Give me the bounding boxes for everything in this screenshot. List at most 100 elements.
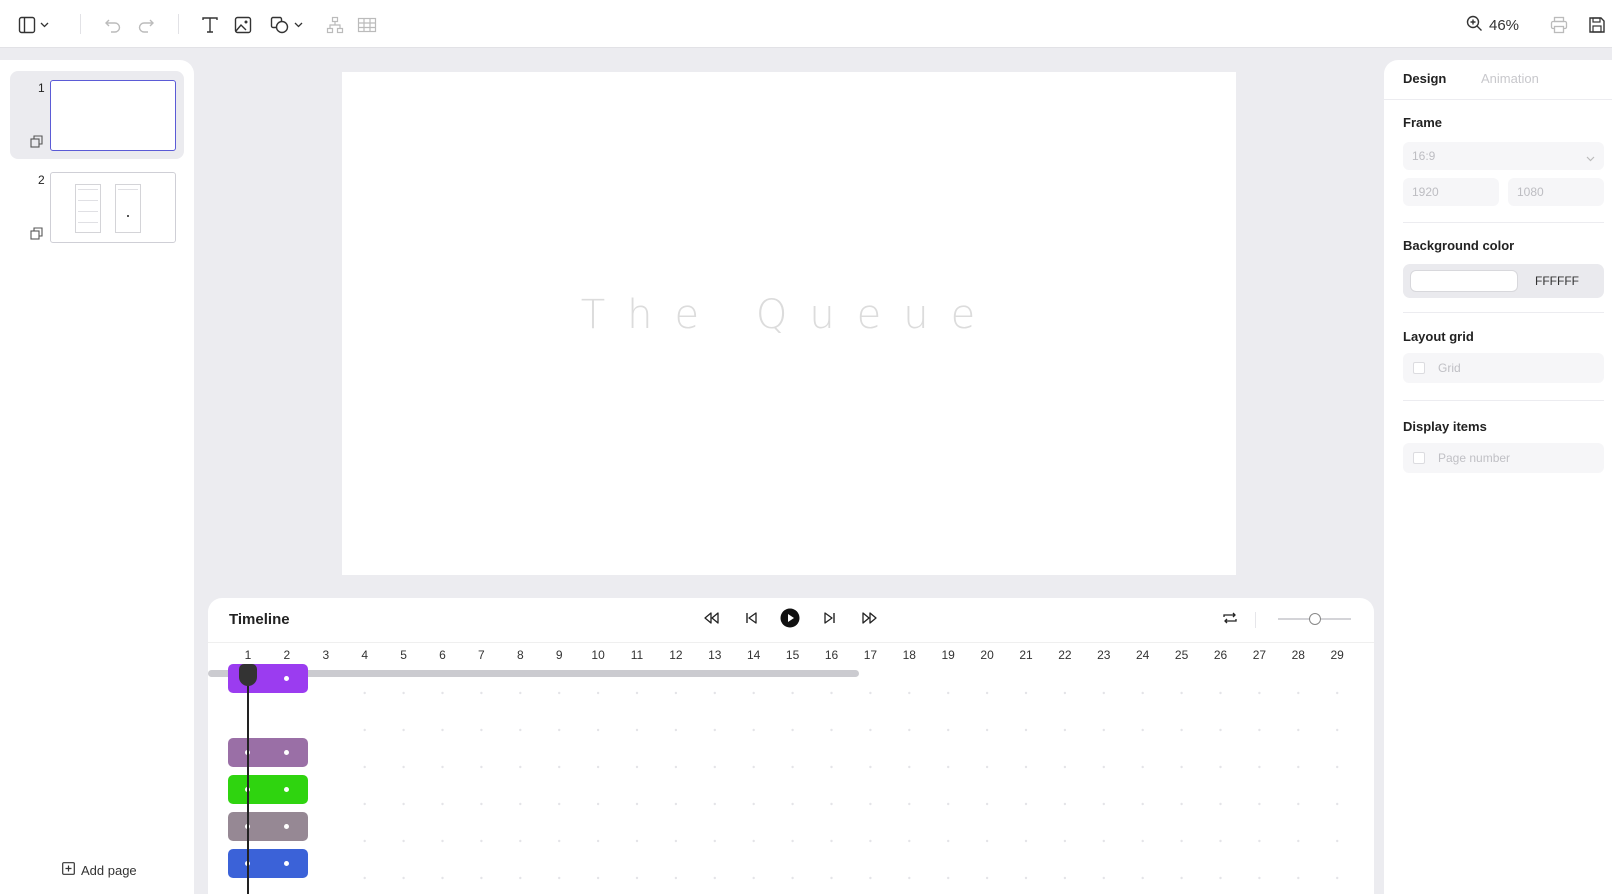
duplicate-page-icon[interactable] [30, 227, 44, 241]
timeline-zoom-slider[interactable] [1278, 613, 1351, 625]
rewind-icon [703, 611, 719, 629]
previous-button[interactable] [740, 609, 762, 631]
grid-dot [674, 691, 678, 695]
grid-checkbox[interactable] [1413, 362, 1425, 374]
grid-dot [1024, 765, 1028, 769]
grid-dot [908, 728, 911, 732]
frame-width-field[interactable]: 1920 [1403, 178, 1499, 206]
keyframe-dot[interactable] [284, 824, 289, 829]
ruler-tick: 9 [555, 648, 563, 662]
frame-ratio-select[interactable]: 16:9 [1403, 142, 1604, 170]
background-color-hex[interactable]: FFFFFF [1535, 274, 1579, 288]
page-number-checkbox[interactable] [1413, 452, 1425, 464]
grid-dot [1336, 728, 1339, 732]
grid-dot [752, 802, 755, 806]
ruler-tick: 6 [439, 648, 446, 662]
background-color-field[interactable]: FFFFFF [1403, 264, 1604, 298]
timeline-track-block[interactable] [228, 738, 308, 767]
grid-dot [1063, 802, 1067, 806]
grid-dot [1180, 839, 1183, 843]
grid-dot [441, 876, 444, 880]
add-page-button[interactable]: Add page [62, 862, 137, 878]
grid-dot [402, 802, 405, 806]
diagram-tool-button[interactable] [326, 12, 344, 38]
ruler-tick: 15 [785, 648, 800, 662]
image-tool-button[interactable] [234, 12, 252, 38]
page-thumbnail[interactable] [50, 172, 176, 243]
section-divider [1403, 312, 1604, 313]
grid-dot [869, 765, 872, 769]
timeline-panel: Timeline 1 2 3 4 5 6 7 8 9 10 11 12 13 14 15 16 17 18 19 20… [208, 598, 1374, 894]
tab-animation[interactable]: Animation [1481, 71, 1539, 86]
thumbnail-line [78, 211, 98, 212]
grid-dot [1258, 876, 1261, 880]
background-color-swatch[interactable] [1410, 270, 1518, 292]
grid-dot [830, 802, 833, 806]
save-button[interactable] [1588, 12, 1606, 38]
ruler-tick: 27 [1252, 648, 1267, 662]
grid-dot [596, 802, 600, 806]
timeline-ruler[interactable]: 1 2 3 4 5 6 7 8 9 10 11 12 13 14 15 16 17 18 19 20 21 22 23 24 2… [208, 642, 1374, 670]
layout-grid-section-title: Layout grid [1403, 329, 1474, 344]
grid-dot [1258, 691, 1261, 695]
grid-dot [1102, 839, 1105, 843]
grid-dot [908, 765, 911, 769]
timeline-track-block[interactable] [228, 775, 308, 804]
ruler-tick: 10 [591, 648, 605, 662]
grid-dot [1219, 839, 1222, 843]
undo-button[interactable] [104, 12, 122, 38]
grid-dot [869, 876, 872, 880]
ruler-tick: 24 [1136, 648, 1150, 662]
timeline-track-block[interactable] [228, 812, 308, 841]
grid-dot [1336, 802, 1339, 806]
page-item-1[interactable]: 1 [10, 71, 184, 159]
grid-dot [635, 839, 639, 843]
zoom-control[interactable]: 46% [1466, 12, 1519, 38]
grid-dot [713, 728, 716, 732]
grid-dot [752, 839, 755, 843]
grid-dot [402, 728, 405, 732]
keyframe-dot[interactable] [284, 861, 289, 866]
layout-menu-button[interactable] [18, 12, 49, 38]
grid-dot [1141, 839, 1144, 843]
slide-title[interactable]: The Queue [342, 72, 1236, 575]
grid-toggle[interactable]: Grid [1403, 353, 1604, 383]
timeline-track-block[interactable] [228, 849, 308, 878]
page-number-toggle[interactable]: Page number [1403, 443, 1604, 473]
keyframe-dot[interactable] [284, 676, 289, 681]
play-button[interactable] [779, 608, 801, 631]
grid-dot [1297, 765, 1300, 769]
grid-dot [869, 691, 872, 695]
grid-dot [1102, 765, 1105, 769]
duplicate-page-icon[interactable] [30, 135, 44, 149]
text-tool-button[interactable] [201, 12, 219, 38]
grid-dot [674, 876, 678, 880]
keyframe-dot[interactable] [284, 787, 289, 792]
grid-dot [1219, 728, 1222, 732]
ruler-tick: 16 [824, 648, 839, 662]
pages-panel: 1 2 [0, 60, 194, 894]
tab-design[interactable]: Design [1403, 71, 1446, 86]
loop-button[interactable] [1219, 609, 1241, 631]
fast-forward-button[interactable] [859, 609, 881, 631]
next-button[interactable] [819, 609, 841, 631]
page-thumbnail[interactable] [50, 80, 176, 151]
rewind-button[interactable] [700, 609, 722, 631]
shape-tool-button[interactable] [270, 12, 303, 38]
slider-knob[interactable] [1309, 613, 1321, 625]
keyframe-dot[interactable] [284, 750, 289, 755]
grid-dot [869, 839, 872, 843]
print-icon [1550, 16, 1568, 34]
table-tool-button[interactable] [357, 12, 377, 38]
ruler-tick: 19 [941, 648, 955, 662]
grid-dot [441, 839, 444, 843]
slide-canvas[interactable]: The Queue [342, 72, 1236, 575]
page-number: 1 [38, 81, 45, 95]
redo-button[interactable] [137, 12, 155, 38]
print-button[interactable] [1550, 12, 1568, 38]
playhead-handle[interactable] [239, 664, 257, 686]
page-item-2[interactable]: 2 [10, 163, 184, 251]
grid-dot [908, 802, 911, 806]
frame-height-field[interactable]: 1080 [1508, 178, 1604, 206]
frame-ratio-value: 16:9 [1412, 149, 1436, 163]
